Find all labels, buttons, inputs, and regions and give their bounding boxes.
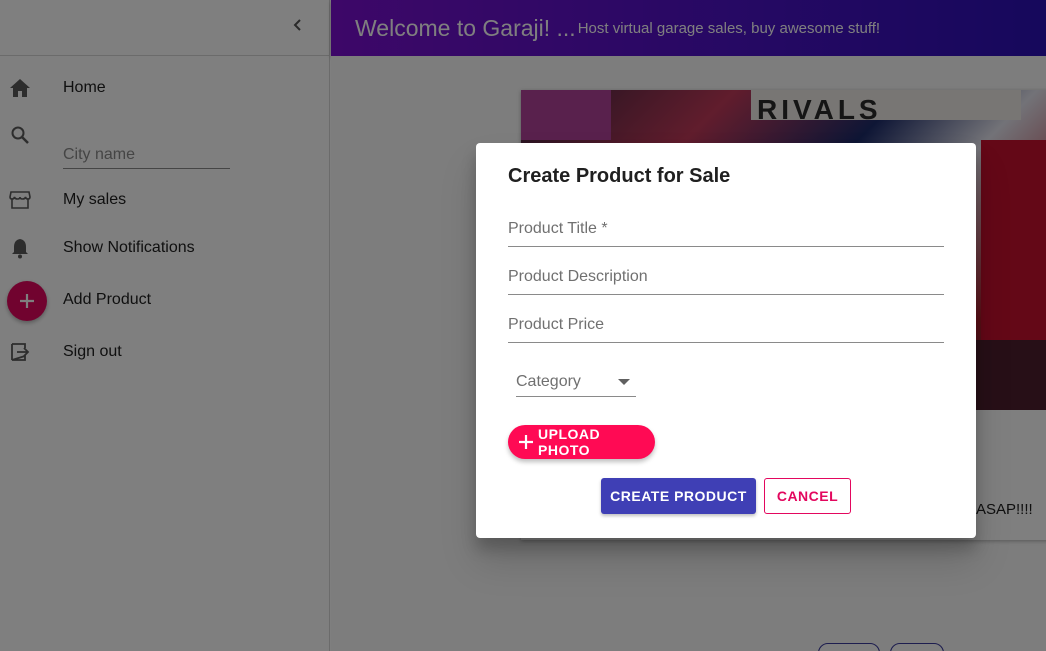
category-select[interactable]: Category xyxy=(516,367,636,397)
product-price-input[interactable] xyxy=(508,303,944,341)
product-description-field xyxy=(508,255,944,295)
create-product-label: CREATE PRODUCT xyxy=(610,488,747,504)
product-price-field xyxy=(508,303,944,343)
upload-photo-button[interactable]: UPLOAD PHOTO xyxy=(508,425,655,459)
dropdown-arrow-icon xyxy=(618,379,630,385)
add-icon xyxy=(518,434,534,450)
product-description-input[interactable] xyxy=(508,255,944,293)
cancel-button[interactable]: CANCEL xyxy=(764,478,851,514)
dialog-title: Create Product for Sale xyxy=(508,165,731,187)
product-title-field xyxy=(508,207,944,247)
category-select-label: Category xyxy=(516,372,581,390)
cancel-label: CANCEL xyxy=(776,488,839,504)
create-product-dialog: Create Product for Sale Category UPLOAD … xyxy=(476,143,976,538)
app-root: Home My sales Show Notifications xyxy=(0,0,1046,651)
product-title-input[interactable] xyxy=(508,207,944,245)
upload-photo-label: UPLOAD PHOTO xyxy=(538,426,601,458)
create-product-button[interactable]: CREATE PRODUCT xyxy=(601,478,756,514)
